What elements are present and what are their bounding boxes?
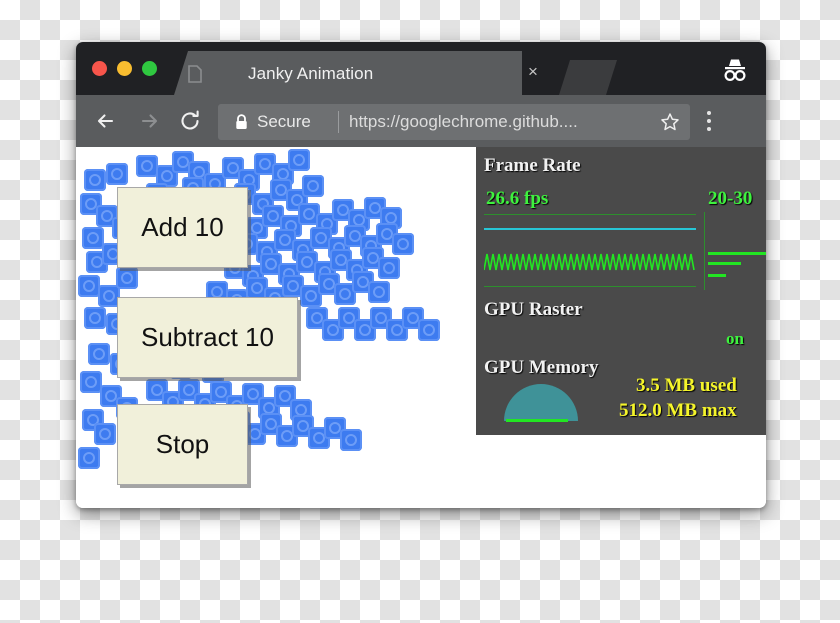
browser-toolbar: Secure https://googlechrome.github.... <box>76 95 766 147</box>
close-window-button[interactable] <box>92 61 107 76</box>
frame-rate-range: 20-30 <box>708 188 753 209</box>
gpu-memory-max: 512.0 MB max <box>619 400 737 421</box>
maximize-window-button[interactable] <box>142 61 157 76</box>
performance-hud: Frame Rate 26.6 fps 20-30 GPU Raster on … <box>476 147 766 435</box>
sprite-tile <box>80 371 102 393</box>
sprite-tile <box>418 319 440 341</box>
reload-icon[interactable] <box>175 106 205 136</box>
gpu-memory-used: 3.5 MB used <box>636 375 737 396</box>
window-controls <box>92 61 157 76</box>
tab-title: Janky Animation <box>248 64 374 83</box>
page-favicon <box>188 65 202 83</box>
graph-top-line <box>484 214 696 215</box>
stop-button[interactable]: Stop <box>117 404 248 485</box>
graph-waveform <box>484 253 695 271</box>
sprite-tile <box>392 233 414 255</box>
sprite-tile <box>136 155 158 177</box>
sprite-tile <box>340 429 362 451</box>
omnibox-divider <box>338 111 339 133</box>
gpu-memory-title: GPU Memory <box>484 357 599 378</box>
indicator-bar <box>708 252 766 255</box>
sprite-tile <box>82 227 104 249</box>
sprite-tile <box>84 169 106 191</box>
sprite-tile <box>94 423 116 445</box>
frame-rate-graph <box>484 212 696 290</box>
graph-cyan-line <box>484 228 696 230</box>
browser-menu-icon[interactable] <box>707 111 711 131</box>
address-bar[interactable]: Secure https://googlechrome.github.... <box>218 104 690 140</box>
screenshot-canvas: Janky Animation × Secure https://googlec… <box>0 0 840 623</box>
lock-icon <box>236 114 247 129</box>
sprite-tile <box>368 281 390 303</box>
sprite-tile <box>116 267 138 289</box>
security-label: Secure <box>257 112 311 131</box>
browser-window: Janky Animation × Secure https://googlec… <box>76 42 766 508</box>
graph-bottom-line <box>484 286 696 287</box>
tab-strip: Janky Animation × <box>76 42 766 95</box>
indicator-bar <box>708 262 741 265</box>
sprite-tile <box>78 275 100 297</box>
close-icon[interactable]: × <box>525 63 541 80</box>
indicator-bar <box>708 274 726 277</box>
indicator-axis <box>704 212 705 290</box>
gpu-raster-value: on <box>726 329 744 348</box>
gpu-raster-title: GPU Raster <box>484 299 583 320</box>
back-icon[interactable] <box>92 106 122 136</box>
frame-rate-value: 26.6 fps <box>486 188 549 209</box>
sprite-tile <box>88 343 110 365</box>
sprite-tile <box>288 149 310 171</box>
add-10-button[interactable]: Add 10 <box>117 187 248 268</box>
sprite-tile <box>106 163 128 185</box>
new-tab-button[interactable] <box>559 60 617 95</box>
incognito-icon[interactable] <box>718 54 752 84</box>
bookmark-star-icon[interactable] <box>660 112 680 132</box>
frame-rate-title: Frame Rate <box>484 155 581 176</box>
page-viewport: Add 10 Subtract 10 Stop Frame Rate 26.6 … <box>76 147 766 508</box>
gpu-memory-baseline <box>506 419 568 422</box>
minimize-window-button[interactable] <box>117 61 132 76</box>
sprite-tile <box>378 257 400 279</box>
sprite-tile <box>78 447 100 469</box>
subtract-10-button[interactable]: Subtract 10 <box>117 297 298 378</box>
url-text[interactable]: https://googlechrome.github.... <box>349 112 578 132</box>
gpu-memory-gauge <box>504 384 578 421</box>
frame-rate-indicators <box>704 212 766 290</box>
sprite-tile <box>302 175 324 197</box>
forward-icon[interactable] <box>133 106 163 136</box>
sprite-tile <box>84 307 106 329</box>
